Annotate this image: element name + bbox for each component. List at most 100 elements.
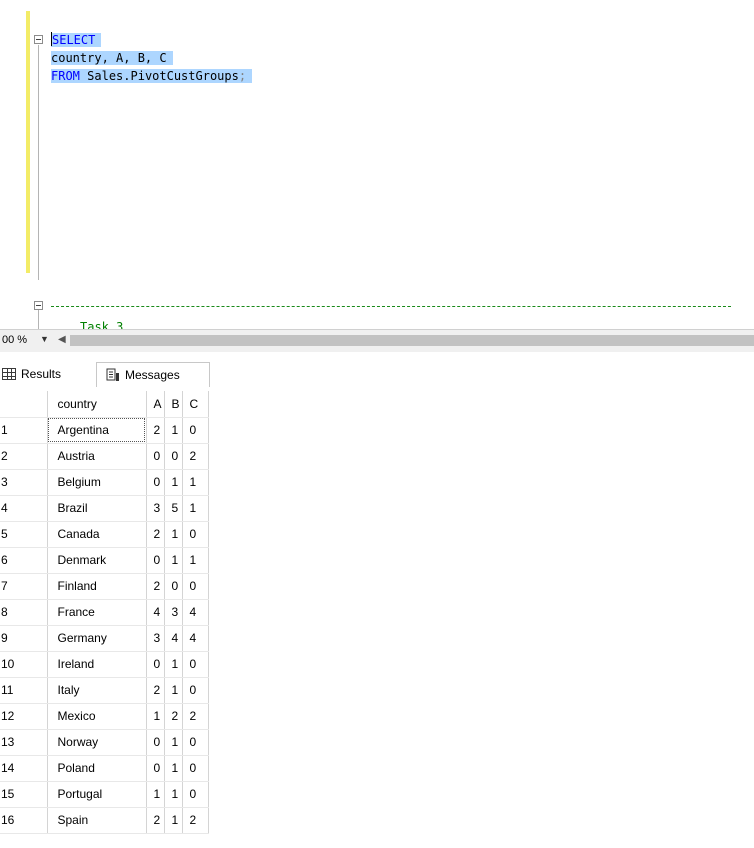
cell-b[interactable]: 1 (164, 651, 183, 678)
cell-b[interactable]: 1 (164, 547, 183, 574)
cell-b[interactable]: 3 (164, 599, 183, 626)
code-line-2[interactable]: country, A, B, C (51, 49, 173, 67)
column-header-country[interactable]: country (47, 391, 147, 418)
row-number-header[interactable] (0, 391, 48, 418)
cell-country[interactable]: Ireland (47, 651, 147, 678)
row-number[interactable]: 8 (0, 599, 48, 626)
cell-c[interactable]: 0 (182, 651, 209, 678)
cell-country[interactable]: Belgium (47, 469, 147, 496)
row-number[interactable]: 1 (0, 417, 48, 444)
row-number[interactable]: 9 (0, 625, 48, 652)
cell-country[interactable]: Italy (47, 677, 147, 704)
table-row[interactable]: 2 Austria 0 0 2 (0, 443, 209, 470)
cell-c[interactable]: 0 (182, 781, 209, 808)
row-number[interactable]: 7 (0, 573, 48, 600)
cell-b[interactable]: 1 (164, 469, 183, 496)
cell-country[interactable]: Mexico (47, 703, 147, 730)
cell-a[interactable]: 2 (146, 573, 165, 600)
cell-a[interactable]: 0 (146, 729, 165, 756)
table-row[interactable]: 10 Ireland 0 1 0 (0, 651, 209, 678)
cell-country[interactable]: Finland (47, 573, 147, 600)
cell-c[interactable]: 0 (182, 677, 209, 704)
cell-a[interactable]: 0 (146, 755, 165, 782)
cell-c[interactable]: 0 (182, 729, 209, 756)
cell-c[interactable]: 1 (182, 495, 209, 522)
cell-country[interactable]: Denmark (47, 547, 147, 574)
cell-a[interactable]: 3 (146, 495, 165, 522)
cell-a[interactable]: 1 (146, 703, 165, 730)
cell-c[interactable]: 2 (182, 807, 209, 834)
column-header-b[interactable]: B (164, 391, 183, 418)
row-number[interactable]: 10 (0, 651, 48, 678)
cell-country[interactable]: Argentina (47, 417, 147, 444)
cell-c[interactable]: 0 (182, 573, 209, 600)
cell-b[interactable]: 1 (164, 755, 183, 782)
cell-a[interactable]: 4 (146, 599, 165, 626)
cell-a[interactable]: 2 (146, 417, 165, 444)
table-row[interactable]: 4 Brazil 3 5 1 (0, 495, 209, 522)
table-row[interactable]: 13 Norway 0 1 0 (0, 729, 209, 756)
table-row[interactable]: 1 Argentina 2 1 0 (0, 417, 209, 444)
table-row[interactable]: 7 Finland 2 0 0 (0, 573, 209, 600)
table-row[interactable]: 15 Portugal 1 1 0 (0, 781, 209, 808)
cell-a[interactable]: 0 (146, 651, 165, 678)
cell-b[interactable]: 1 (164, 781, 183, 808)
horizontal-scrollbar[interactable] (70, 335, 754, 346)
cell-country[interactable]: Canada (47, 521, 147, 548)
cell-b[interactable]: 5 (164, 495, 183, 522)
code-line-3[interactable]: FROM Sales.PivotCustGroups; (51, 67, 253, 85)
row-number[interactable]: 16 (0, 807, 48, 834)
cell-c[interactable]: 2 (182, 443, 209, 470)
zoom-level[interactable]: 00 % (2, 334, 27, 346)
cell-c[interactable]: 4 (182, 625, 209, 652)
cell-a[interactable]: 0 (146, 469, 165, 496)
column-header-a[interactable]: A (146, 391, 165, 418)
table-row[interactable]: 5 Canada 2 1 0 (0, 521, 209, 548)
cell-a[interactable]: 2 (146, 677, 165, 704)
cell-a[interactable]: 0 (146, 547, 165, 574)
cell-country[interactable]: Germany (47, 625, 147, 652)
query-editor[interactable]: SELECT country, A, B, C FROM Sales.Pivot… (0, 0, 754, 329)
cell-b[interactable]: 0 (164, 443, 183, 470)
collapse-icon[interactable] (34, 301, 43, 310)
cell-country[interactable]: Spain (47, 807, 147, 834)
cell-a[interactable]: 1 (146, 781, 165, 808)
tab-messages[interactable]: Messages (96, 362, 210, 387)
cell-b[interactable]: 1 (164, 417, 183, 444)
cell-a[interactable]: 2 (146, 807, 165, 834)
results-grid[interactable]: country A B C 1 Argentina 2 1 0 2 Austria 0 0 2 3 B… (0, 391, 209, 834)
cell-country[interactable]: Portugal (47, 781, 147, 808)
cell-c[interactable]: 1 (182, 547, 209, 574)
cell-b[interactable]: 1 (164, 807, 183, 834)
table-row[interactable]: 11 Italy 2 1 0 (0, 677, 209, 704)
table-row[interactable]: 16 Spain 2 1 2 (0, 807, 209, 834)
cell-b[interactable]: 4 (164, 625, 183, 652)
code-line-1[interactable]: SELECT (51, 31, 102, 49)
cell-b[interactable]: 1 (164, 677, 183, 704)
cell-country[interactable]: Norway (47, 729, 147, 756)
row-number[interactable]: 2 (0, 443, 48, 470)
column-header-c[interactable]: C (182, 391, 209, 418)
row-number[interactable]: 6 (0, 547, 48, 574)
cell-a[interactable]: 0 (146, 443, 165, 470)
cell-c[interactable]: 0 (182, 755, 209, 782)
table-row[interactable]: 8 France 4 3 4 (0, 599, 209, 626)
scroll-left-icon[interactable]: ◀ (58, 334, 66, 345)
cell-b[interactable]: 1 (164, 729, 183, 756)
table-row[interactable]: 6 Denmark 0 1 1 (0, 547, 209, 574)
row-number[interactable]: 4 (0, 495, 48, 522)
table-row[interactable]: 12 Mexico 1 2 2 (0, 703, 209, 730)
cell-country[interactable]: Austria (47, 443, 147, 470)
cell-country[interactable]: France (47, 599, 147, 626)
cell-b[interactable]: 1 (164, 521, 183, 548)
table-row[interactable]: 9 Germany 3 4 4 (0, 625, 209, 652)
row-number[interactable]: 3 (0, 469, 48, 496)
tab-results[interactable]: Results (2, 362, 94, 386)
row-number[interactable]: 12 (0, 703, 48, 730)
cell-country[interactable]: Poland (47, 755, 147, 782)
table-row[interactable]: 3 Belgium 0 1 1 (0, 469, 209, 496)
cell-c[interactable]: 1 (182, 469, 209, 496)
cell-c[interactable]: 4 (182, 599, 209, 626)
row-number[interactable]: 13 (0, 729, 48, 756)
row-number[interactable]: 14 (0, 755, 48, 782)
